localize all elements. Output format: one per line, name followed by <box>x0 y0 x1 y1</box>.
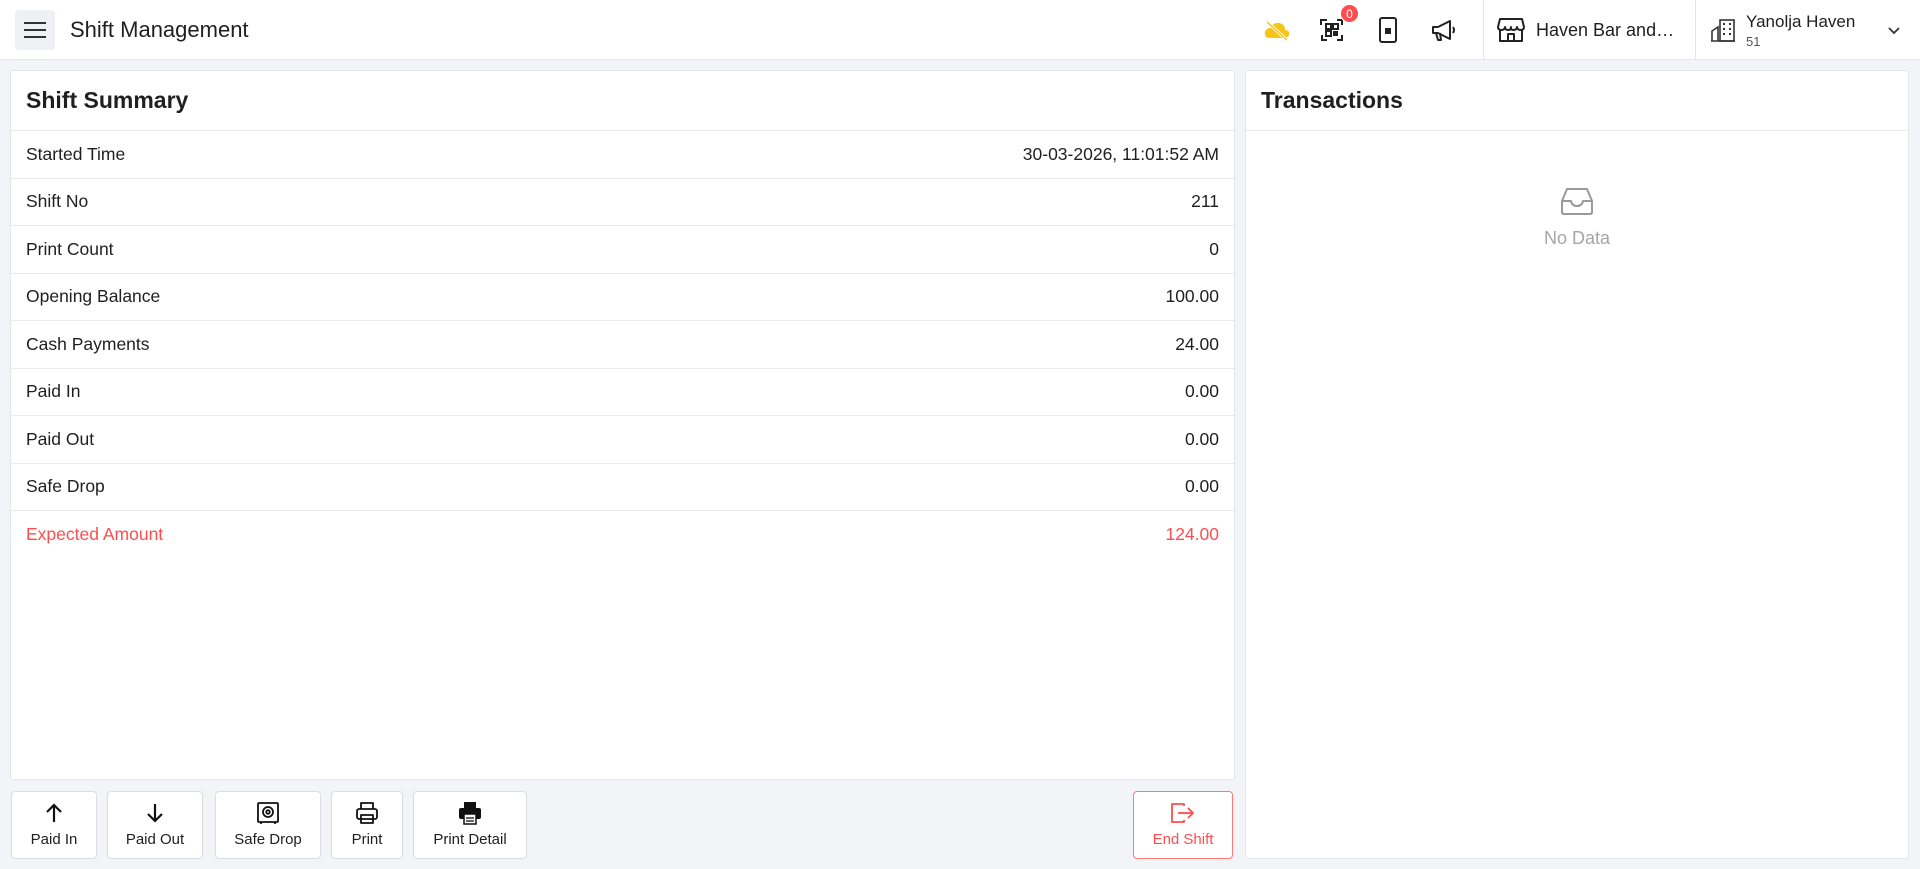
shift-summary-title: Shift Summary <box>11 71 1234 131</box>
summary-row-print-count: Print Count 0 <box>11 226 1234 274</box>
print-button[interactable]: Print <box>331 791 403 859</box>
arrow-up-icon <box>46 803 62 822</box>
printer-icon <box>356 802 378 824</box>
store-name: Haven Bar and R... <box>1536 19 1678 40</box>
tablet-icon <box>1379 17 1397 43</box>
shift-summary-panel: Shift Summary Started Time 30-03-2026, 1… <box>10 70 1235 780</box>
row-value: 0.00 <box>1184 428 1219 449</box>
row-value: 211 <box>1191 191 1219 212</box>
summary-row-started-time: Started Time 30-03-2026, 11:01:52 AM <box>11 131 1234 179</box>
row-label: Expected Amount <box>26 524 164 545</box>
row-value: 100.00 <box>1165 286 1219 307</box>
end-shift-button[interactable]: End Shift <box>1133 791 1233 859</box>
summary-row-expected-amount: Expected Amount 124.00 <box>11 511 1234 559</box>
building-icon <box>1711 19 1735 42</box>
empty-text: No Data <box>1543 228 1611 248</box>
paid-in-button[interactable]: Paid In <box>11 791 97 859</box>
page-title: Shift Management <box>70 17 249 42</box>
transactions-title: Transactions <box>1246 71 1908 131</box>
qr-orders-button[interactable]: 0 <box>1317 4 1359 45</box>
printer-detail-icon <box>459 802 481 825</box>
row-label: Started Time <box>26 143 126 164</box>
property-selector[interactable]: Yanolja Haven 51 <box>1696 0 1920 60</box>
row-label: Safe Drop <box>26 476 105 497</box>
cloud-sync-status-button[interactable] <box>1262 15 1292 45</box>
property-name: Yanolja Haven <box>1746 11 1856 31</box>
print-detail-label: Print Detail <box>433 831 507 848</box>
device-button[interactable] <box>1373 15 1403 45</box>
menu-icon <box>24 22 46 38</box>
print-detail-button[interactable]: Print Detail <box>413 791 527 859</box>
megaphone-icon <box>1432 20 1455 41</box>
paid-in-label: Paid In <box>30 831 78 848</box>
paid-out-label: Paid Out <box>125 831 185 848</box>
store-selector[interactable]: Haven Bar and R... <box>1483 0 1695 60</box>
safe-icon <box>257 802 279 824</box>
row-label: Opening Balance <box>26 286 161 307</box>
row-label: Print Count <box>26 238 114 259</box>
summary-row-shift-no: Shift No 211 <box>11 179 1234 226</box>
notification-badge: 0 <box>1340 4 1359 23</box>
transactions-panel: Transactions No Data <box>1245 70 1909 859</box>
announcements-button[interactable] <box>1428 15 1458 45</box>
row-label: Paid Out <box>26 428 95 449</box>
summary-row-safe-drop: Safe Drop 0.00 <box>11 464 1234 511</box>
row-value: 124.00 <box>1165 524 1219 545</box>
store-icon <box>1497 18 1525 42</box>
summary-row-cash-payments: Cash Payments 24.00 <box>11 321 1234 369</box>
inbox-icon <box>1561 188 1593 215</box>
row-value: 24.00 <box>1175 333 1219 354</box>
menu-button[interactable] <box>15 10 55 50</box>
arrow-down-icon <box>147 804 163 823</box>
cloud-off-icon <box>1264 20 1290 41</box>
end-shift-label: End Shift <box>1152 831 1214 848</box>
summary-row-opening-balance: Opening Balance 100.00 <box>11 274 1234 321</box>
chevron-down-icon <box>1888 27 1900 35</box>
qr-code-icon <box>1320 19 1343 41</box>
row-value: 30-03-2026, 11:01:52 AM <box>1022 143 1219 164</box>
empty-state: No Data <box>1246 186 1908 249</box>
paid-out-button[interactable]: Paid Out <box>107 791 203 859</box>
safe-drop-button[interactable]: Safe Drop <box>215 791 321 859</box>
row-value: 0.00 <box>1184 381 1219 402</box>
row-label: Paid In <box>26 381 81 402</box>
summary-row-paid-in: Paid In 0.00 <box>11 369 1234 416</box>
property-number: 51 <box>1746 33 1761 49</box>
row-value: 0 <box>1209 238 1219 259</box>
row-label: Cash Payments <box>26 333 150 354</box>
safe-drop-label: Safe Drop <box>234 831 302 848</box>
row-value: 0.00 <box>1184 476 1219 497</box>
top-header: Shift Management 0 Haven Bar and R... Ya… <box>0 0 1920 60</box>
print-label: Print <box>351 831 383 848</box>
row-label: Shift No <box>26 191 89 212</box>
logout-icon <box>1171 803 1194 823</box>
summary-row-paid-out: Paid Out 0.00 <box>11 416 1234 464</box>
